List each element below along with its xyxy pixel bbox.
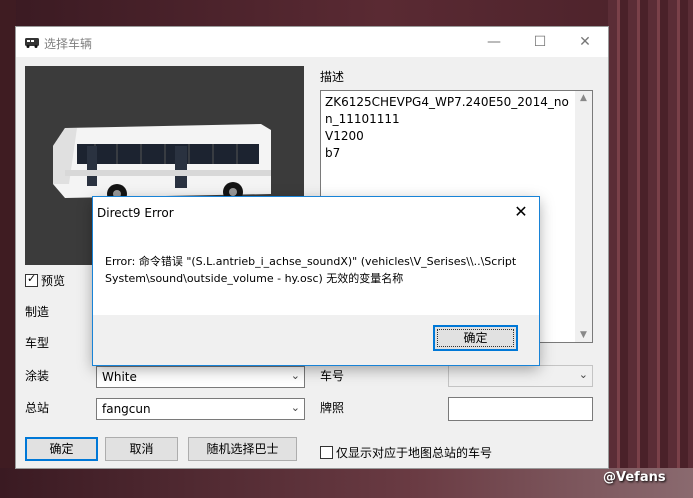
bus-app-icon [25,38,39,48]
title-bar[interactable]: 选择车辆 — ☐ ✕ [16,27,608,57]
ok-button[interactable]: 确定 [25,437,98,461]
focus-ring [437,329,514,347]
minimize-button[interactable]: — [471,27,517,57]
cancel-button[interactable]: 取消 [105,437,178,461]
desktop-background-right [608,0,693,498]
manufacturer-label: 制造 [25,305,50,319]
plate-label: 牌照 [320,401,345,415]
description-text: ZK6125CHEVPG4_WP7.240E50_2014_non_111011… [325,95,569,160]
vehicle-number-label: 车号 [320,369,345,383]
window-title: 选择车辆 [44,37,93,51]
chevron-down-icon: ⌄ [290,369,300,382]
preview-checkbox[interactable]: ✓ [25,272,38,287]
depot-select-value: fangcun [102,402,151,416]
livery-label: 涂装 [25,369,50,383]
filter-checkbox-label: 仅显示对应于地图总站的车号 [336,446,493,460]
close-icon[interactable]: ✕ [509,201,533,223]
random-bus-button[interactable]: 随机选择巴士 [188,437,297,461]
scroll-up-icon[interactable]: ▲ [575,93,592,103]
maximize-button[interactable]: ☐ [517,27,563,57]
description-scrollbar[interactable]: ▲ ▼ [575,91,592,342]
livery-select[interactable]: White ⌄ [96,366,305,388]
desktop-background-bottom [0,468,693,498]
error-message: Error: 命令错误 "(S.L.antrieb_i_achse_soundX… [105,255,517,285]
error-ok-button[interactable]: 确定 [433,325,518,351]
depot-select[interactable]: fangcun ⌄ [96,398,305,420]
preview-checkbox-label: 预览 [41,274,66,288]
chevron-down-icon: ⌄ [290,401,300,414]
desktop-background [0,0,16,498]
watermark: @Vefans [603,470,666,485]
filter-checkbox[interactable] [320,446,333,459]
checkmark-icon: ✓ [27,272,37,285]
scroll-down-icon[interactable]: ▼ [575,330,592,340]
close-button[interactable]: ✕ [562,27,608,57]
description-label: 描述 [320,70,345,84]
error-dialog-title: Direct9 Error [97,206,174,220]
plate-input[interactable] [448,397,593,421]
depot-label: 总站 [25,401,50,415]
model-label: 车型 [25,336,50,350]
error-dialog-footer: 确定 [93,315,539,365]
livery-select-value: White [102,370,137,384]
chevron-down-icon: ⌄ [578,368,588,381]
vehicle-number-select[interactable]: ⌄ [448,365,593,387]
error-dialog: Direct9 Error ✕ Error: 命令错误 "(S.L.antrie… [93,197,539,365]
